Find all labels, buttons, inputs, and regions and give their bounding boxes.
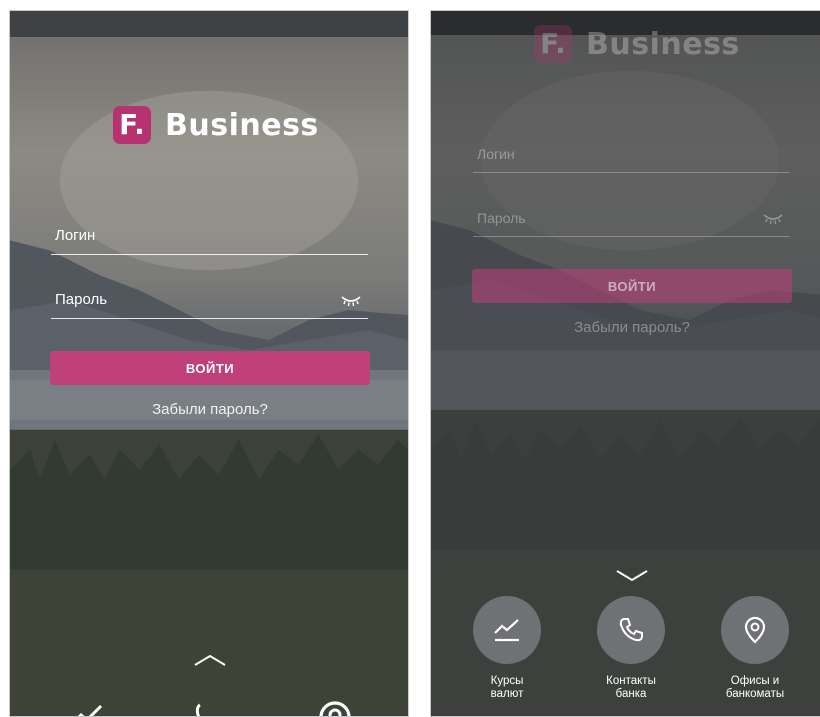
quick-action-rates-label: Курсы валют: [490, 675, 524, 700]
eye-closed-icon[interactable]: [340, 294, 362, 308]
status-bar: [10, 11, 408, 37]
chart-icon: [494, 619, 519, 642]
chevron-up-icon[interactable]: [193, 653, 227, 667]
login-screen-quick-panel: F. Business Логин Пароль ВОЙТИ Забыли па…: [430, 10, 820, 717]
password-field[interactable]: Пароль: [51, 283, 368, 319]
brand-name: Business: [586, 26, 740, 62]
quick-action-offices[interactable]: [721, 596, 789, 664]
login-field: Логин: [473, 137, 790, 173]
brand-name: Business: [165, 107, 319, 143]
login-button: ВОЙТИ: [472, 269, 792, 303]
password-placeholder: Пароль: [477, 210, 526, 226]
password-placeholder: Пароль: [55, 291, 108, 308]
chevron-down-icon[interactable]: [615, 568, 649, 582]
login-screen: F. Business Логин Пароль ВОЙТИ Забыли па…: [9, 10, 409, 717]
phone-icon[interactable]: [190, 699, 230, 717]
quick-action-rates[interactable]: [473, 596, 541, 664]
quick-action-offices-label: Офисы и банкоматы: [725, 675, 785, 700]
brand-logo: F. Business: [534, 25, 740, 63]
quick-action-contacts[interactable]: [597, 596, 665, 664]
password-field: Пароль: [473, 201, 790, 237]
location-pin-icon: [744, 616, 766, 644]
forgot-password-link[interactable]: Забыли пароль?: [50, 401, 370, 418]
eye-closed-icon: [763, 214, 783, 225]
phone-icon: [619, 618, 643, 642]
brand-mark: F.: [113, 106, 151, 144]
quick-action-contacts-label: Контакты банка: [606, 675, 656, 700]
forgot-password-link: Забыли пароль?: [574, 319, 690, 336]
location-pin-icon[interactable]: [315, 697, 355, 717]
login-button[interactable]: ВОЙТИ: [50, 351, 370, 385]
login-field[interactable]: Логин: [51, 219, 368, 255]
brand-logo: F. Business: [113, 106, 319, 144]
brand-mark: F.: [534, 25, 572, 63]
login-placeholder: Логин: [477, 146, 515, 162]
login-placeholder: Логин: [55, 227, 96, 244]
chart-icon[interactable]: [67, 699, 107, 717]
